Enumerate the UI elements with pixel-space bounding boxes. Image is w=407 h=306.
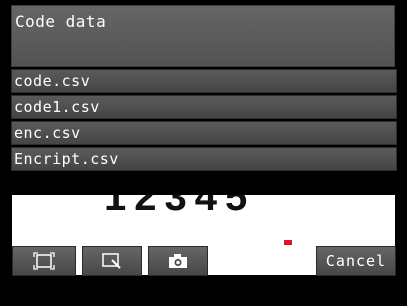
- screen: 12345 Code data code.csv code1.csv enc.c…: [0, 0, 407, 306]
- capture-button[interactable]: [148, 246, 208, 276]
- frame-icon: [33, 252, 55, 270]
- red-marker: [284, 240, 292, 245]
- file-item-enc-csv[interactable]: enc.csv: [11, 121, 397, 145]
- file-item-code-csv[interactable]: code.csv: [11, 69, 397, 93]
- file-list: code.csv code1.csv enc.csv Encript.csv: [11, 69, 397, 173]
- frame-button[interactable]: [12, 246, 76, 276]
- dialog-title: Code data: [15, 12, 107, 31]
- camera-icon: [169, 254, 187, 268]
- file-item-code1-csv[interactable]: code1.csv: [11, 95, 397, 119]
- cancel-button[interactable]: Cancel: [316, 246, 396, 276]
- toolbar: Cancel: [0, 246, 407, 276]
- ocr-text: 12345: [104, 195, 256, 219]
- dialog-header: Code data: [11, 5, 395, 67]
- zoom-icon: [102, 253, 121, 269]
- zoom-button[interactable]: [82, 246, 142, 276]
- file-item-encript-csv[interactable]: Encript.csv: [11, 147, 397, 171]
